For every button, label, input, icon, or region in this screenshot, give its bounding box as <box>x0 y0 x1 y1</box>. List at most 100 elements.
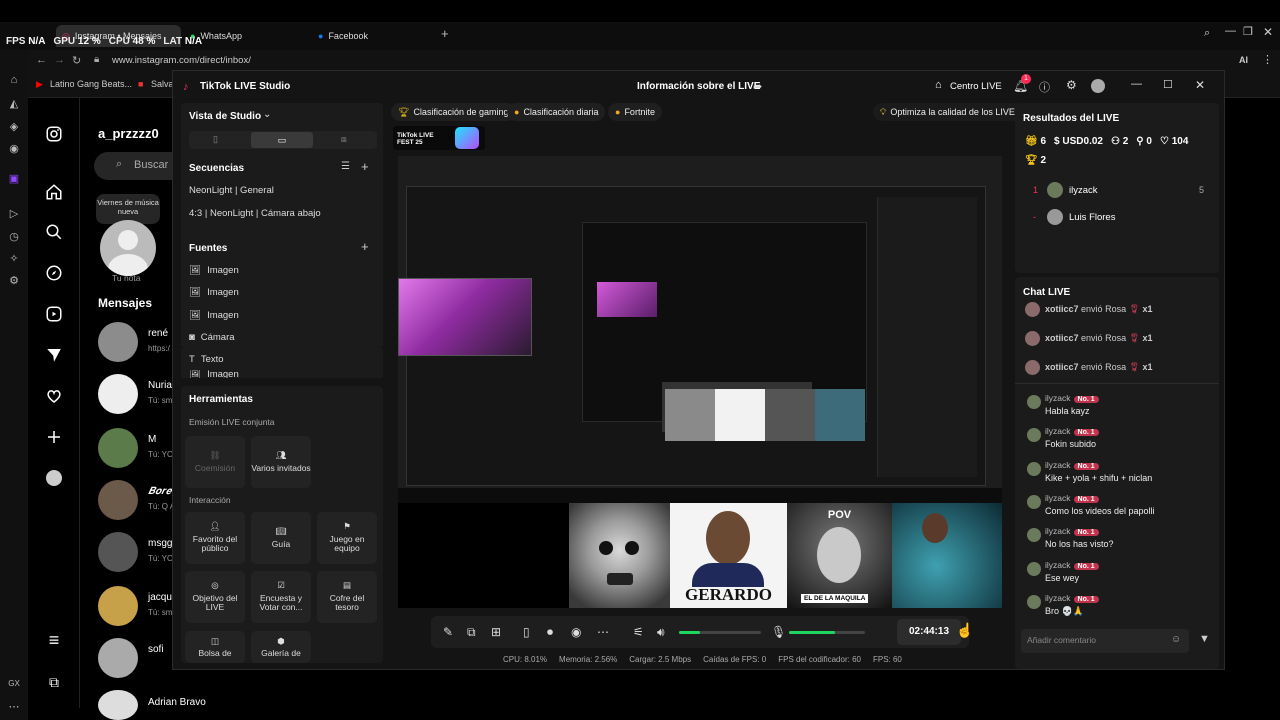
phone-icon[interactable]: ▯ <box>523 625 530 639</box>
bag-button[interactable]: ◫ Bolsa de <box>185 631 245 663</box>
send-icon[interactable]: ▼ <box>1199 633 1210 645</box>
magic-wand-icon[interactable]: ✎ <box>443 625 453 639</box>
home-icon[interactable]: ⌂ <box>6 72 22 88</box>
poll-button[interactable]: ☑ Encuesta y Votar con... <box>251 571 311 623</box>
scene-icon[interactable]: ⧉ <box>467 625 476 640</box>
discord-icon[interactable]: ◉ <box>6 140 22 156</box>
ai-button[interactable]: AI <box>1239 55 1248 65</box>
reels-icon[interactable] <box>42 302 66 326</box>
coemision-button[interactable]: ⛓ Coemisión <box>185 436 245 488</box>
messages-icon[interactable] <box>42 343 66 367</box>
gpu-value: 12 % <box>77 36 101 47</box>
search-icon[interactable] <box>42 220 66 244</box>
treasure-chest-button[interactable]: ▤ Cofre del tesoro <box>317 571 377 623</box>
bag-icon[interactable]: ◭ <box>6 95 22 111</box>
mic-volume-slider[interactable] <box>789 631 865 634</box>
comment-input[interactable]: Añadir comentario ☺ <box>1021 629 1189 653</box>
gaming-icon[interactable]: ◈ <box>6 118 22 134</box>
restore-icon[interactable]: ❐ <box>1243 25 1253 38</box>
extensions-icon[interactable]: ✧ <box>6 250 22 266</box>
interaction-title: Interacción <box>189 495 231 505</box>
tab-facebook[interactable]: ● Facebook <box>312 25 437 47</box>
avatar <box>1027 594 1041 609</box>
heart-icon[interactable] <box>42 384 66 408</box>
source-item[interactable]: 🖼︎ Imagen <box>189 310 239 321</box>
poll-icon: ☑ <box>277 580 285 591</box>
portrait-icon[interactable]: ▯ <box>213 134 218 145</box>
multi-guest-button[interactable]: 👥︎ Varios invitados <box>251 436 311 488</box>
apps-icon[interactable]: ⧉ <box>42 670 66 694</box>
gallery-button[interactable]: ⬢ Galería de <box>251 631 311 663</box>
dual-icon[interactable]: ⧈ <box>341 134 347 145</box>
guide-button[interactable]: 📖︎ Guía <box>251 512 311 564</box>
menu-icon[interactable]: ⋮ <box>1262 53 1273 66</box>
minimize-icon[interactable]: — <box>1225 25 1236 37</box>
landscape-icon[interactable]: ▭ <box>251 132 313 148</box>
gaming-ranking-chip[interactable]: 🏆︎ Clasificación de gaming <box>391 103 516 121</box>
live-goal-button[interactable]: ◎ Objetivo del LIVE <box>185 571 245 623</box>
create-icon[interactable] <box>42 425 66 449</box>
search-icon[interactable]: ⌕ <box>1204 27 1210 40</box>
avatar[interactable] <box>100 220 156 276</box>
new-tab-button[interactable]: + <box>441 26 449 41</box>
screen-add-icon[interactable]: ⊞ <box>491 625 501 639</box>
share-icon[interactable]: ➦ <box>753 80 762 93</box>
team-game-button[interactable]: ⚑ Juego en equipo <box>317 512 377 564</box>
record-icon[interactable]: ⏺ <box>547 625 553 640</box>
username[interactable]: a_przzzz0 <box>98 126 159 141</box>
speaker-icon[interactable]: 🔊︎ <box>657 625 665 640</box>
profile-icon[interactable] <box>42 466 66 490</box>
help-icon[interactable]: ⓘ <box>1039 79 1050 95</box>
bookmark-item[interactable]: Salva <box>151 79 174 89</box>
source-item[interactable]: 🖼︎ Imagen <box>189 265 239 276</box>
source-item[interactable]: T Texto <box>189 354 224 365</box>
settings-icon[interactable]: ⚙ <box>6 272 22 288</box>
settings-icon[interactable]: ⚙ <box>1066 78 1077 92</box>
chevron-down-icon[interactable]: ⌄ <box>263 109 271 120</box>
twitch-icon[interactable]: ▣ <box>6 170 22 186</box>
daily-ranking-chip[interactable]: ● Clasificación diaria <box>507 103 606 121</box>
more-icon[interactable]: ⋯ <box>6 698 22 714</box>
forward-icon[interactable]: → <box>54 54 65 66</box>
live-info-link[interactable]: Información sobre el LIVE <box>637 81 760 92</box>
center-live-button[interactable]: Centro LIVE <box>950 81 1002 92</box>
instagram-logo-icon[interactable] <box>42 122 66 146</box>
optimize-quality-chip[interactable]: 💡︎ Optimiza la calidad de los LIVE <box>873 103 1022 121</box>
history-icon[interactable]: ◷ <box>6 228 22 244</box>
avatar <box>98 428 138 468</box>
microphone-icon[interactable]: 🎙︎ <box>771 625 786 639</box>
explore-icon[interactable] <box>42 261 66 285</box>
heart-icon: ♡ <box>1159 136 1169 147</box>
fortnite-chip[interactable]: ● Fortnite <box>608 103 662 121</box>
mixer-icon[interactable]: ⚟ <box>633 625 644 639</box>
close-icon[interactable]: ✕ <box>1263 25 1273 39</box>
clip-icon[interactable]: ◉ <box>571 625 581 639</box>
reload-icon[interactable]: ↻ <box>72 54 81 67</box>
close-icon[interactable]: ✕ <box>1195 78 1205 92</box>
tool-label: Bolsa de <box>198 648 232 659</box>
view-label[interactable]: Vista de Studio <box>189 111 261 122</box>
source-item[interactable]: ◙ Cámara <box>189 332 235 343</box>
emoji-icon[interactable]: ☺ <box>1171 634 1181 645</box>
browser-sidebar: ⌂ ◭ ◈ ◉ ▣ ▷ ◷ ✧ ⚙ GX ⋯ <box>0 50 28 720</box>
add-source-button[interactable]: + <box>361 239 369 254</box>
back-icon[interactable]: ← <box>36 54 47 66</box>
bookmark-item[interactable]: Latino Gang Beats... <box>50 79 132 89</box>
speaker-volume-slider[interactable] <box>679 631 761 634</box>
maximize-icon[interactable]: ☐ <box>1163 78 1173 91</box>
tab-whatsapp[interactable]: ● WhatsApp <box>184 25 309 47</box>
menu-icon[interactable]: ≡ <box>42 628 66 652</box>
list-icon[interactable]: ☰ <box>341 161 350 172</box>
source-item[interactable]: 🖼︎ Imagen <box>189 370 239 378</box>
url-field[interactable]: www.instagram.com/direct/inbox/ <box>112 55 251 66</box>
avatar[interactable] <box>1091 79 1105 93</box>
home-icon[interactable] <box>42 180 66 204</box>
sequence-item[interactable]: NeonLight | General <box>189 185 274 196</box>
add-sequence-button[interactable]: + <box>361 159 369 174</box>
sequence-item[interactable]: 4:3 | NeonLight | Cámara abajo <box>189 208 321 219</box>
source-item[interactable]: 🖼︎ Imagen <box>189 287 239 298</box>
player-icon[interactable]: ▷ <box>6 205 22 221</box>
more-icon[interactable]: ⋯ <box>597 625 609 639</box>
audience-favorite-button[interactable]: 👤︎ Favorito del público <box>185 512 245 564</box>
minimize-icon[interactable]: — <box>1131 78 1142 90</box>
